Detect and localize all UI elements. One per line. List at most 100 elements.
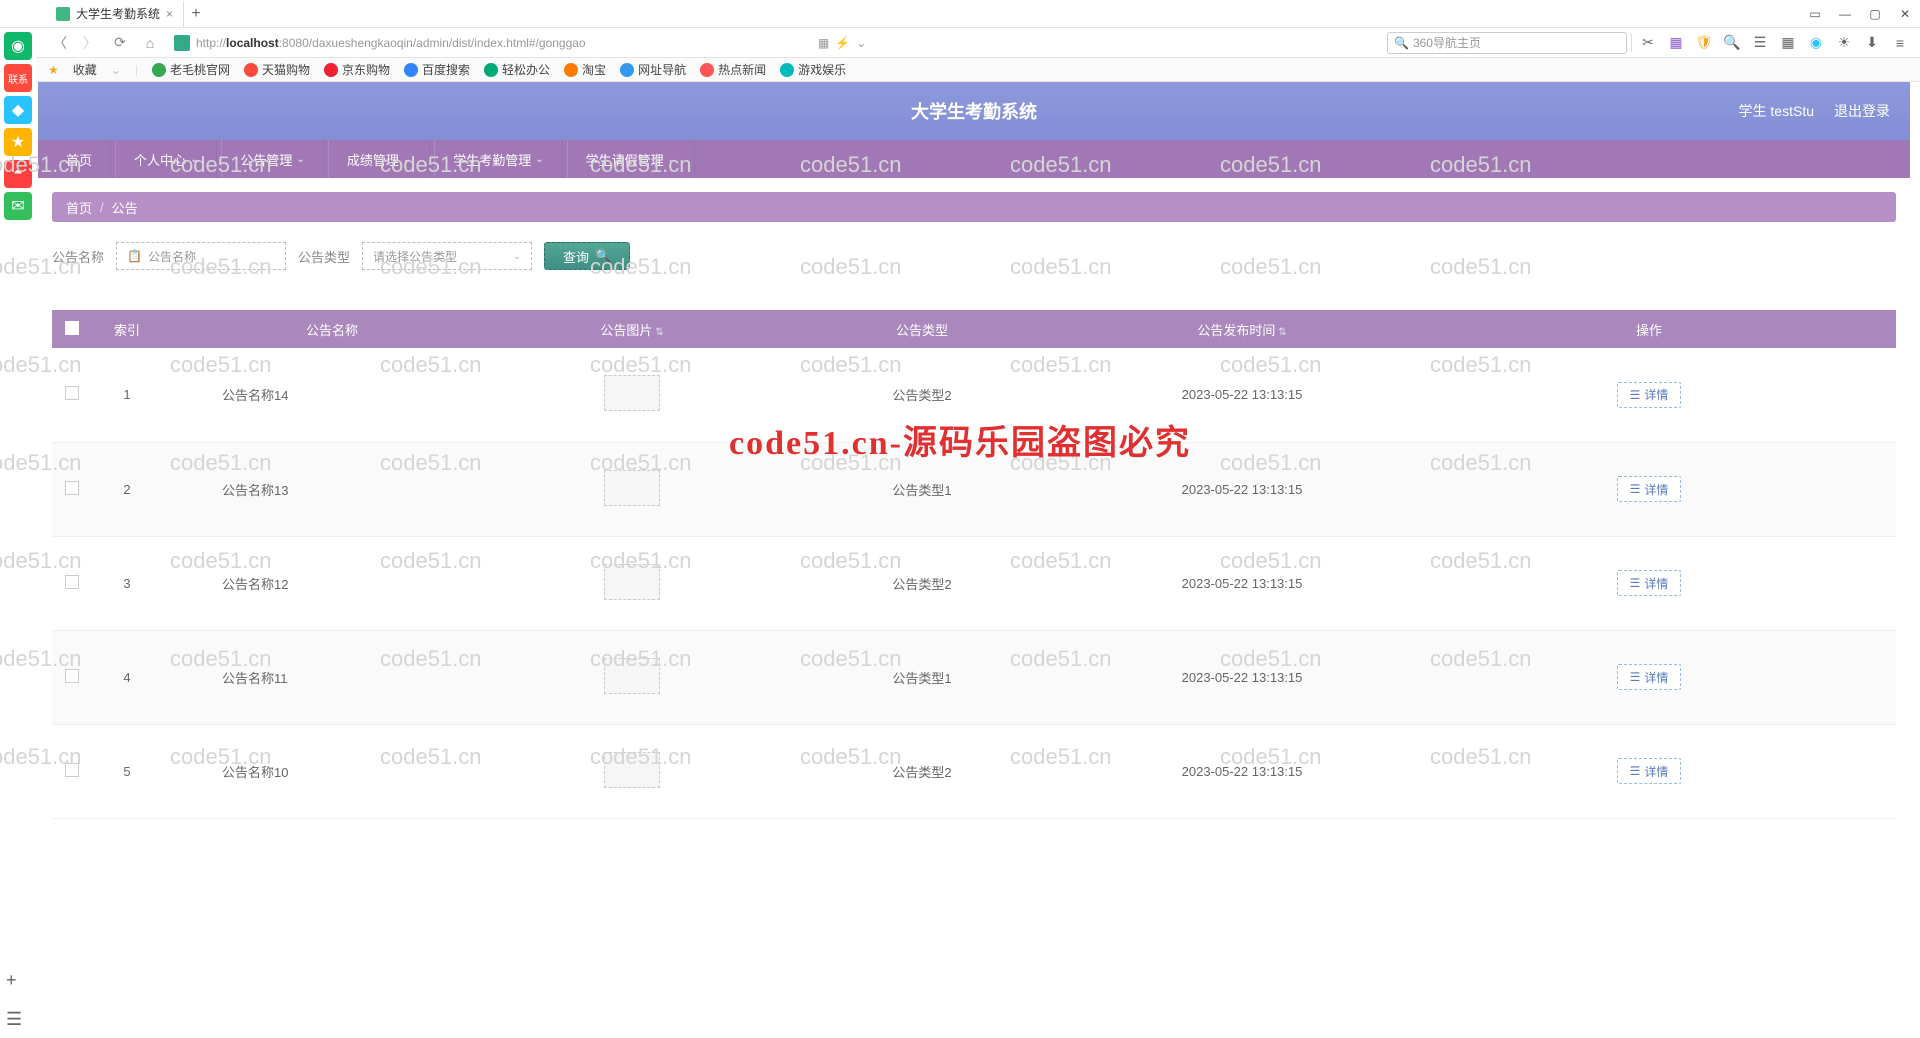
bookmark-item[interactable]: 网址导航 — [620, 61, 686, 78]
browser-search[interactable]: 🔍 360导航主页 — [1387, 32, 1627, 54]
row-type: 公告类型1 — [762, 630, 1082, 724]
bookmark-item[interactable]: 百度搜索 — [404, 61, 470, 78]
row-checkbox[interactable] — [52, 442, 92, 536]
bookmark-item[interactable]: 轻松办公 — [484, 61, 550, 78]
scissors-icon[interactable]: ✂ — [1636, 31, 1660, 55]
close-window-icon[interactable]: ✕ — [1890, 0, 1920, 28]
app1-icon[interactable]: ◆ — [4, 96, 32, 124]
detail-button[interactable]: ☰详情 — [1617, 382, 1682, 408]
query-button[interactable]: 查询 🔍 — [544, 242, 630, 270]
table-row: 2公告名称13公告类型12023-05-22 13:13:15☰详情 — [52, 442, 1896, 536]
layout-icon[interactable]: ▭ — [1800, 0, 1830, 28]
star-icon[interactable]: ★ — [4, 128, 32, 156]
filter-type-select[interactable]: 请选择公告类型 ⌄ — [362, 242, 532, 270]
nav-grades[interactable]: 成绩管理⌄ — [328, 140, 430, 178]
mail-icon[interactable]: ✉ — [4, 192, 32, 220]
nav-leave[interactable]: 学生请假管理⌄ — [567, 140, 695, 178]
filter-name-input[interactable]: 📋 公告名称 — [116, 242, 286, 270]
apps-icon[interactable]: ▦ — [1776, 31, 1800, 55]
shield-icon — [174, 35, 190, 51]
add-button[interactable]: + — [6, 970, 22, 991]
app-title: 大学生考勤系统 — [911, 98, 1037, 124]
row-action: ☰详情 — [1402, 442, 1896, 536]
detail-button[interactable]: ☰详情 — [1617, 758, 1682, 784]
new-tab-button[interactable]: + — [184, 5, 208, 23]
home-button[interactable]: ⌂ — [138, 31, 162, 55]
col-time[interactable]: 公告发布时间 — [1082, 310, 1402, 348]
back-button[interactable]: 〈 — [48, 31, 72, 55]
user-label[interactable]: 学生 testStu — [1739, 101, 1814, 121]
app-nav: 首页 个人中心⌄ 公告管理⌄ 成绩管理⌄ 学生考勤管理⌄ 学生请假管理⌄ — [38, 140, 1910, 178]
weibo-icon[interactable]: ◓ — [4, 160, 32, 188]
qr-icon[interactable]: ▦ — [818, 36, 829, 50]
browser-tabbar: 大学生考勤系统 × + ▭ — ▢ ✕ — [0, 0, 1920, 28]
logout-link[interactable]: 退出登录 — [1834, 101, 1890, 121]
search-icon: 🔍 — [1394, 36, 1409, 50]
flash-icon[interactable]: ⚡ — [835, 36, 850, 50]
bookmark-item[interactable]: 京东购物 — [324, 61, 390, 78]
bottom-menu-icon[interactable]: ☰ — [6, 1009, 22, 1030]
row-image — [502, 724, 762, 818]
security-icon[interactable]: 🛡 — [1692, 31, 1716, 55]
table-row: 1公告名称14公告类型22023-05-22 13:13:15☰详情 — [52, 348, 1896, 442]
filter-type-label: 公告类型 — [298, 247, 350, 266]
translate-icon[interactable]: ▦ — [1664, 31, 1688, 55]
bookmark-bar: ★ 收藏 ⌄ | 老毛桃官网 天猫购物 京东购物 百度搜索 轻松办公 淘宝 网址… — [0, 58, 1920, 82]
settings-icon[interactable]: ☀ — [1832, 31, 1856, 55]
bookmark-item[interactable]: 天猫购物 — [244, 61, 310, 78]
menu-icon[interactable]: ≡ — [1888, 31, 1912, 55]
filter-name-placeholder: 公告名称 — [148, 248, 196, 265]
bookmark-icon — [152, 63, 166, 77]
bookmark-icon — [244, 63, 258, 77]
nav-home[interactable]: 首页 — [48, 140, 111, 178]
browser-sidebar: ◉ 联系 ◆ ★ ◓ ✉ — [0, 28, 36, 224]
bookmark-item[interactable]: 游戏娱乐 — [780, 61, 846, 78]
col-type: 公告类型 — [762, 310, 1082, 348]
row-checkbox[interactable] — [52, 536, 92, 630]
col-image[interactable]: 公告图片 — [502, 310, 762, 348]
maximize-icon[interactable]: ▢ — [1860, 0, 1890, 28]
col-checkbox[interactable] — [52, 310, 92, 348]
app-header: 大学生考勤系统 学生 testStu 退出登录 — [38, 82, 1910, 140]
nav-personal[interactable]: 个人中心⌄ — [115, 140, 217, 178]
browser-tab[interactable]: 大学生考勤系统 × — [46, 1, 184, 27]
image-placeholder-icon — [604, 658, 660, 694]
nav-attendance[interactable]: 学生考勤管理⌄ — [434, 140, 562, 178]
list-icon[interactable]: ☰ — [1748, 31, 1772, 55]
detail-icon: ☰ — [1630, 482, 1641, 496]
bookmark-icon — [700, 63, 714, 77]
globe-icon[interactable]: ◉ — [1804, 31, 1828, 55]
forward-button[interactable]: 〉 — [78, 31, 102, 55]
detail-button[interactable]: ☰详情 — [1617, 570, 1682, 596]
row-name: 公告名称11 — [162, 630, 502, 724]
compass-icon[interactable]: ◉ — [4, 32, 32, 60]
download-icon[interactable]: ⬇ — [1860, 31, 1884, 55]
detail-button[interactable]: ☰详情 — [1617, 664, 1682, 690]
row-checkbox[interactable] — [52, 630, 92, 724]
row-index: 5 — [92, 724, 162, 818]
row-time: 2023-05-22 13:13:15 — [1082, 442, 1402, 536]
row-checkbox[interactable] — [52, 348, 92, 442]
url-dropdown-icon[interactable]: ⌄ — [856, 36, 866, 50]
badge-icon[interactable]: 联系 — [4, 64, 32, 92]
bookmark-item[interactable]: 热点新闻 — [700, 61, 766, 78]
minimize-icon[interactable]: — — [1830, 0, 1860, 28]
bookmark-item[interactable]: 淘宝 — [564, 61, 606, 78]
chevron-down-icon: ⌄ — [535, 154, 543, 165]
detail-button[interactable]: ☰详情 — [1617, 476, 1682, 502]
favorites-star-icon[interactable]: ★ — [48, 63, 59, 77]
close-icon[interactable]: × — [166, 7, 173, 21]
nav-announcement[interactable]: 公告管理⌄ — [221, 140, 323, 178]
reload-button[interactable]: ⟳ — [108, 31, 132, 55]
detail-icon: ☰ — [1630, 670, 1641, 684]
crumb-home[interactable]: 首页 — [66, 198, 92, 217]
row-checkbox[interactable] — [52, 724, 92, 818]
bookmark-item[interactable]: 老毛桃官网 — [152, 61, 230, 78]
favorites-label[interactable]: 收藏 — [73, 61, 97, 78]
chevron-down-icon: ⌄ — [296, 154, 304, 165]
row-time: 2023-05-22 13:13:15 — [1082, 630, 1402, 724]
zoom-icon[interactable]: 🔍 — [1720, 31, 1744, 55]
url-field[interactable]: http://localhost:8080/daxueshengkaoqin/a… — [168, 32, 808, 54]
table-row: 4公告名称11公告类型12023-05-22 13:13:15☰详情 — [52, 630, 1896, 724]
row-name: 公告名称10 — [162, 724, 502, 818]
